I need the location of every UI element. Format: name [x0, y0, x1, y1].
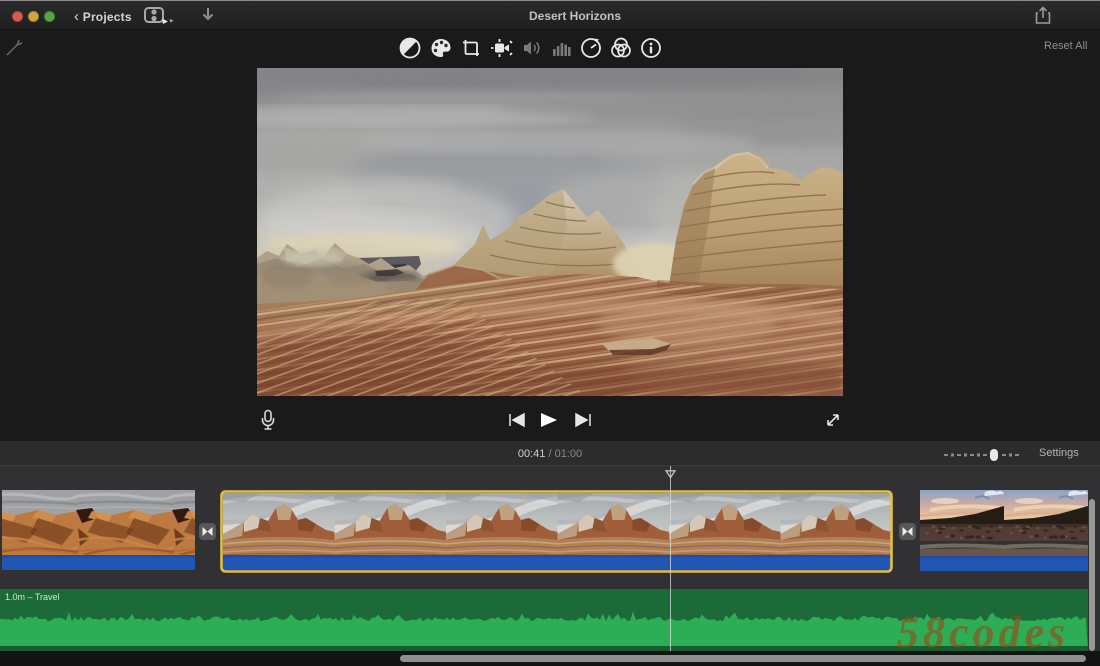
svg-text:1.0m – Travel: 1.0m – Travel — [5, 592, 60, 602]
